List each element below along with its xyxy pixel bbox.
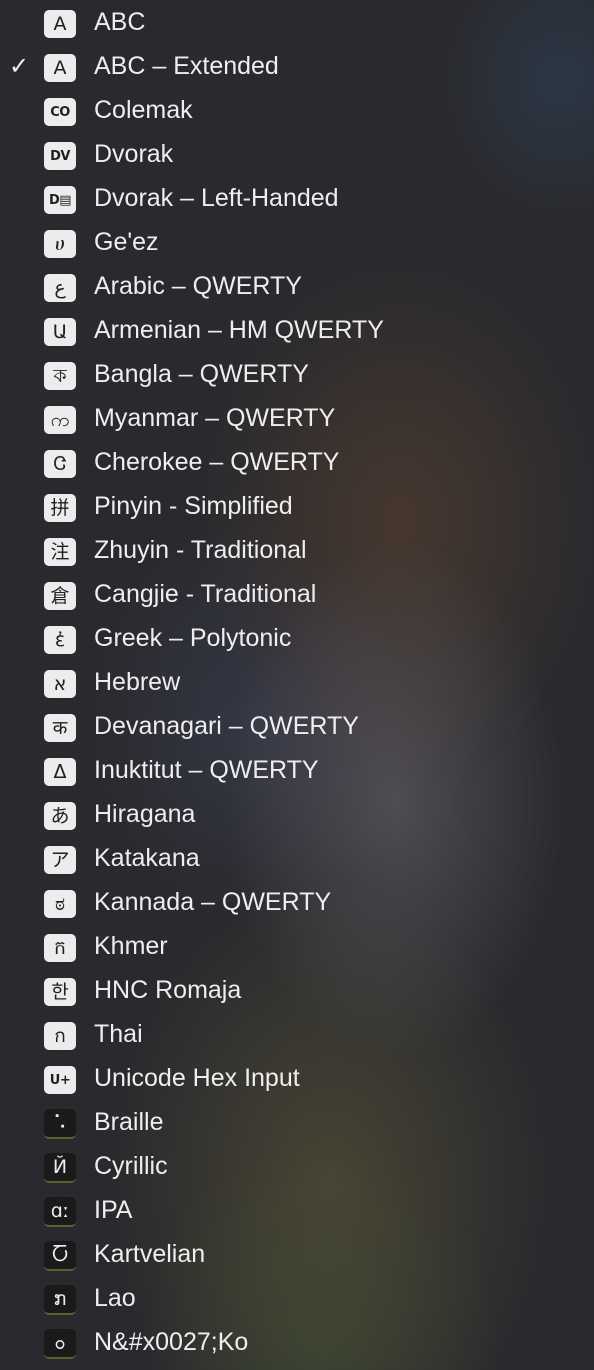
ipa-icon: ɑː — [44, 1197, 76, 1227]
menu-item-braille[interactable]: ⠡ Braille — [0, 1100, 594, 1144]
menu-item-cangjie[interactable]: 倉 Cangjie - Traditional — [0, 572, 594, 616]
checkmark-icon: ✓ — [8, 52, 30, 80]
pinyin-icon: 拼 — [44, 494, 76, 522]
menu-item-label: Cangjie - Traditional — [94, 579, 317, 608]
menu-item-label: Myanmar – QWERTY — [94, 403, 336, 432]
menu-item-label: Bangla – QWERTY — [94, 359, 309, 388]
menu-item-label: HNC Romaja — [94, 975, 242, 1004]
input-source-menu: A ABC ✓ A ABC – Extended CO Colemak DV Dvorak D▤ D… — [0, 0, 594, 1364]
menu-item-label: Braille — [94, 1107, 164, 1136]
cangjie-icon: 倉 — [44, 582, 76, 610]
menu-item-label: Dvorak — [94, 139, 174, 168]
menu-item-greek[interactable]: ἐ Greek – Polytonic — [0, 616, 594, 660]
menu-item-label: Devanagari – QWERTY — [94, 711, 359, 740]
bangla-icon: ক — [44, 362, 76, 390]
menu-item-dvorak-left[interactable]: D▤ Dvorak – Left-Handed — [0, 176, 594, 220]
menu-item-katakana[interactable]: ア Katakana — [0, 836, 594, 880]
inuktitut-icon: ᐃ — [44, 758, 76, 786]
braille-icon: ⠡ — [44, 1109, 76, 1139]
zhuyin-icon: 注 — [44, 538, 76, 566]
menu-item-label: Unicode Hex Input — [94, 1063, 300, 1092]
lao-icon: ກ — [44, 1285, 76, 1315]
menu-item-devanagari[interactable]: क Devanagari – QWERTY — [0, 704, 594, 748]
menu-item-nko[interactable]: ߋ N&#x0027;Ko — [0, 1320, 594, 1364]
menu-item-label: Kannada – QWERTY — [94, 887, 332, 916]
menu-item-label: Armenian – HM QWERTY — [94, 315, 384, 344]
greek-icon: ἐ — [44, 626, 76, 654]
menu-item-colemak[interactable]: CO Colemak — [0, 88, 594, 132]
menu-item-arabic[interactable]: ع Arabic – QWERTY — [0, 264, 594, 308]
armenian-icon: Ա — [44, 318, 76, 346]
dvorak-left-icon: D▤ — [44, 186, 76, 214]
menu-item-lao[interactable]: ກ Lao — [0, 1276, 594, 1320]
menu-item-hiragana[interactable]: あ Hiragana — [0, 792, 594, 836]
menu-item-label: Greek – Polytonic — [94, 623, 292, 652]
hiragana-icon: あ — [44, 802, 76, 830]
menu-item-myanmar[interactable]: က Myanmar – QWERTY — [0, 396, 594, 440]
menu-item-khmer[interactable]: ក Khmer — [0, 924, 594, 968]
menu-item-label: Cyrillic — [94, 1151, 168, 1180]
menu-item-zhuyin[interactable]: 注 Zhuyin - Traditional — [0, 528, 594, 572]
cyrillic-icon: Й — [44, 1153, 76, 1183]
menu-item-label: Hebrew — [94, 667, 181, 696]
menu-item-label: Katakana — [94, 843, 200, 872]
menu-item-label: Lao — [94, 1283, 136, 1312]
khmer-icon: ក — [44, 934, 76, 962]
menu-item-label: ABC — [94, 7, 146, 36]
menu-item-label: Kartvelian — [94, 1239, 206, 1268]
hebrew-icon: א — [44, 670, 76, 698]
menu-item-unicode-hex[interactable]: U+ Unicode Hex Input — [0, 1056, 594, 1100]
arabic-icon: ع — [44, 274, 76, 302]
menu-item-kannada[interactable]: ಠ Kannada – QWERTY — [0, 880, 594, 924]
menu-item-armenian[interactable]: Ա Armenian – HM QWERTY — [0, 308, 594, 352]
menu-item-hangul[interactable]: 한 HNC Romaja — [0, 968, 594, 1012]
menu-item-hebrew[interactable]: א Hebrew — [0, 660, 594, 704]
menu-item-label: ABC – Extended — [94, 51, 279, 80]
menu-item-label: Pinyin - Simplified — [94, 491, 293, 520]
menu-item-pinyin[interactable]: 拼 Pinyin - Simplified — [0, 484, 594, 528]
dvorak-icon: DV — [44, 142, 76, 170]
kannada-icon: ಠ — [44, 890, 76, 918]
menu-item-label: Thai — [94, 1019, 143, 1048]
menu-item-label: Colemak — [94, 95, 193, 124]
menu-item-bangla[interactable]: ক Bangla – QWERTY — [0, 352, 594, 396]
colemak-icon: CO — [44, 98, 76, 126]
menu-item-label: IPA — [94, 1195, 133, 1224]
hangul-icon: 한 — [44, 978, 76, 1006]
menu-item-thai[interactable]: ก Thai — [0, 1012, 594, 1056]
cherokee-icon: Ꮳ — [44, 450, 76, 478]
menu-item-label: Arabic – QWERTY — [94, 271, 302, 300]
menu-item-latin-a[interactable]: ✓ A ABC – Extended — [0, 44, 594, 88]
menu-item-label: Dvorak – Left-Handed — [94, 183, 339, 212]
menu-item-cyrillic[interactable]: Й Cyrillic — [0, 1144, 594, 1188]
menu-item-label: N&#x0027;Ko — [94, 1327, 249, 1356]
nko-icon: ߋ — [44, 1329, 76, 1359]
latin-a-icon: A — [44, 10, 76, 38]
menu-item-label: Zhuyin - Traditional — [94, 535, 307, 564]
menu-item-kartvelian[interactable]: Ⴀ Kartvelian — [0, 1232, 594, 1276]
thai-icon: ก — [44, 1022, 76, 1050]
menu-item-geez[interactable]: ሀ Ge'ez — [0, 220, 594, 264]
kartvelian-icon: Ⴀ — [44, 1241, 76, 1271]
geez-icon: ሀ — [44, 230, 76, 258]
menu-item-inuktitut[interactable]: ᐃ Inuktitut – QWERTY — [0, 748, 594, 792]
menu-item-cherokee[interactable]: Ꮳ Cherokee – QWERTY — [0, 440, 594, 484]
menu-item-label: Hiragana — [94, 799, 196, 828]
katakana-icon: ア — [44, 846, 76, 874]
devanagari-icon: क — [44, 714, 76, 742]
menu-item-label: Inuktitut – QWERTY — [94, 755, 319, 784]
menu-item-ipa[interactable]: ɑː IPA — [0, 1188, 594, 1232]
menu-item-label: Ge'ez — [94, 227, 159, 256]
menu-item-dvorak[interactable]: DV Dvorak — [0, 132, 594, 176]
menu-item-latin-a[interactable]: A ABC — [0, 0, 594, 44]
unicode-hex-icon: U+ — [44, 1066, 76, 1094]
latin-a-icon: A — [44, 54, 76, 82]
menu-item-label: Cherokee – QWERTY — [94, 447, 340, 476]
menu-item-label: Khmer — [94, 931, 168, 960]
myanmar-icon: က — [44, 406, 76, 434]
